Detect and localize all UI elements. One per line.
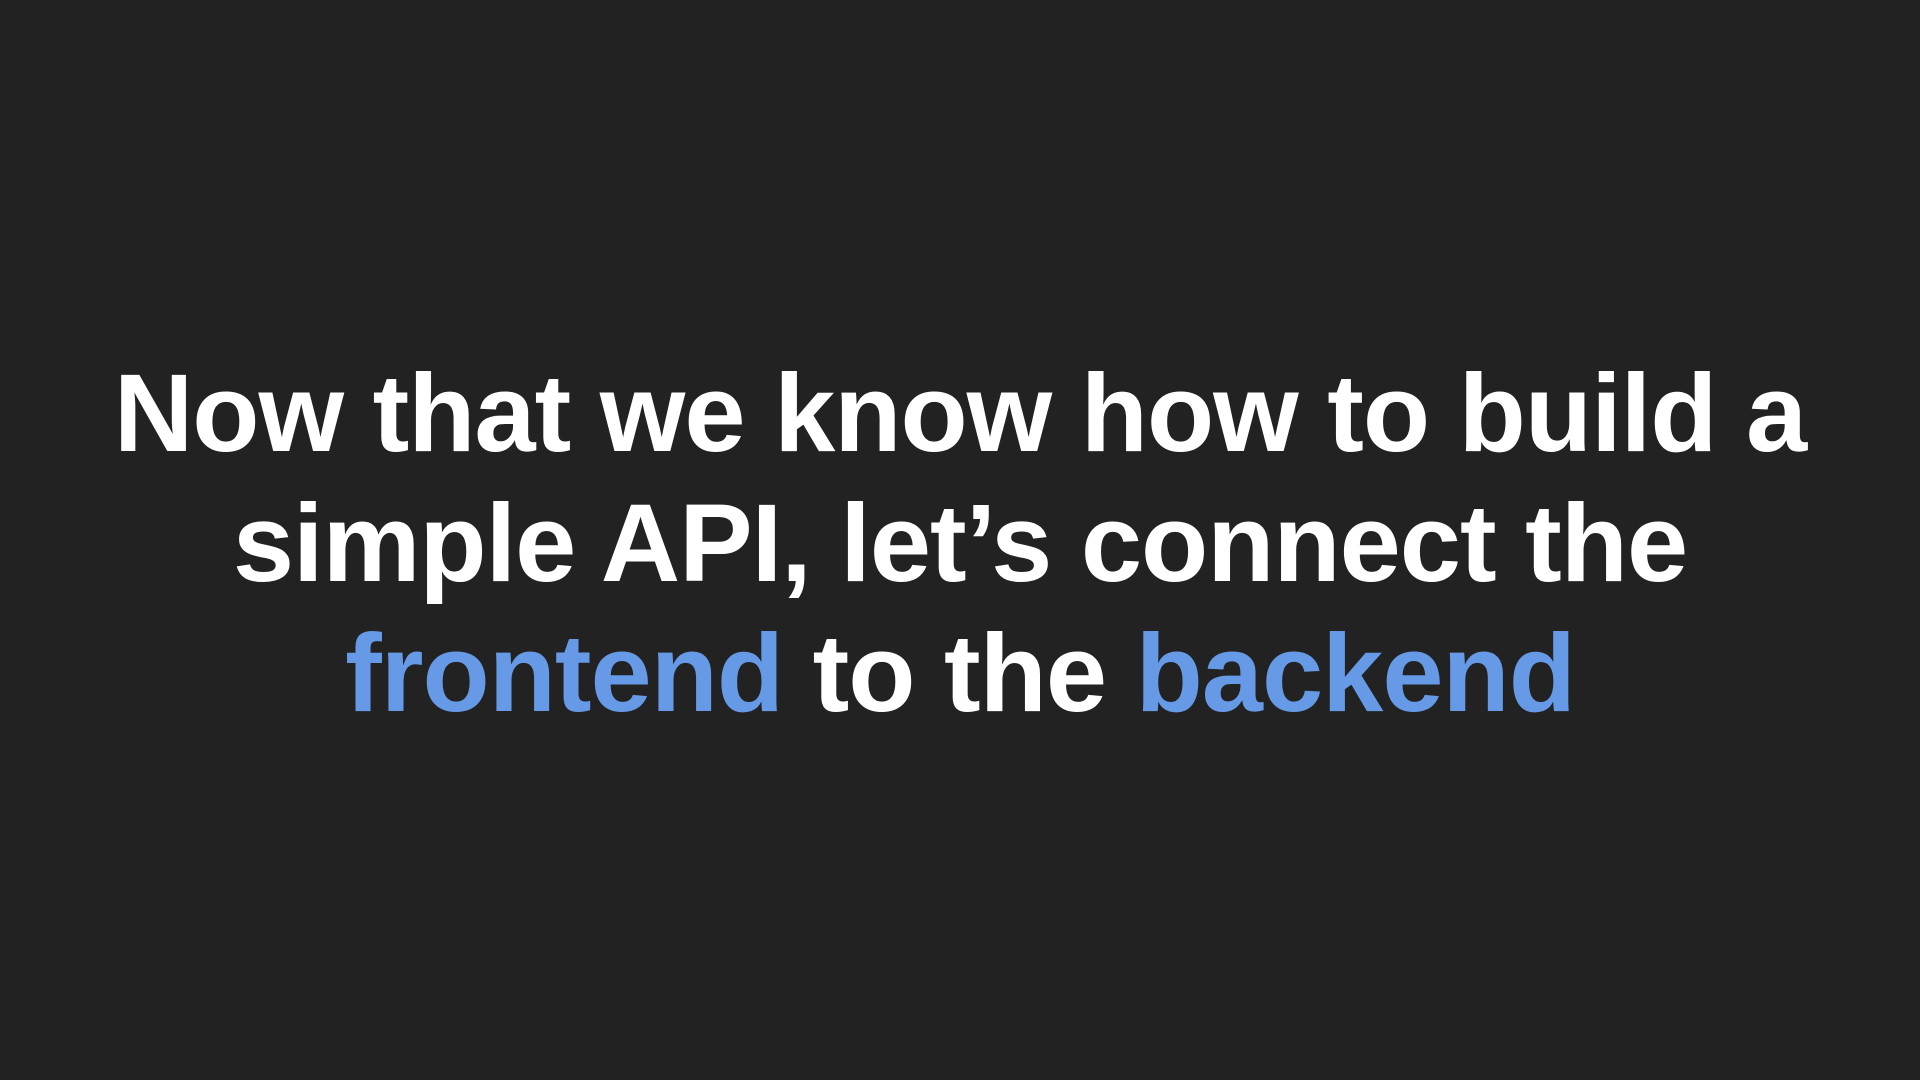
headline-line-3: frontend to the backend xyxy=(60,609,1860,739)
headline-line-2: simple API, let’s connect the xyxy=(232,482,1688,605)
slide: Now that we know how to build a simple A… xyxy=(0,0,1920,1080)
headline-line-1: Now that we know how to build a xyxy=(113,352,1807,475)
highlight-frontend: frontend xyxy=(345,612,784,735)
highlight-backend: backend xyxy=(1135,612,1576,735)
slide-headline: Now that we know how to build a simple A… xyxy=(60,349,1860,739)
headline-connector: to the xyxy=(783,612,1136,735)
